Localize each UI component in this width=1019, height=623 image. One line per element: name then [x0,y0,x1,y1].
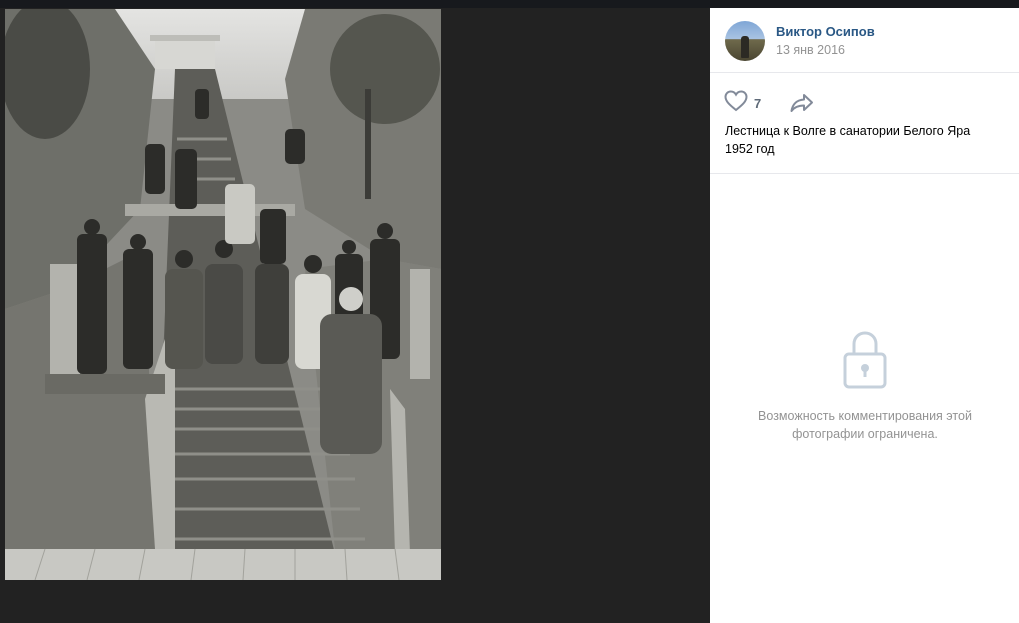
photo-viewer [0,8,710,623]
avatar-figure [741,36,749,58]
heart-outline-icon [724,89,748,117]
author-name-link[interactable]: Виктор Осипов [776,24,875,39]
share-arrow-icon [789,94,815,118]
top-bar [0,0,1019,8]
info-panel: Виктор Осипов 13 янв 2016 7 Лестница к В… [710,8,1019,623]
author-header: Виктор Осипов 13 янв 2016 [710,8,1019,73]
closed-message-line: фотографии ограничена. [792,427,938,441]
divider [710,173,1019,174]
avatar[interactable] [725,21,765,61]
like-count: 7 [754,95,762,111]
photo-caption: Лестница к Волге в санатории Белого Яра … [725,122,1005,158]
caption-line: Лестница к Волге в санатории Белого Яра [725,124,971,138]
actions-bar: 7 [710,72,1019,116]
share-button[interactable] [789,92,815,114]
photo-image[interactable] [5,9,441,580]
photo-staircase-group [5,9,441,580]
closed-message-line: Возможность комментирования этой [758,409,972,423]
comments-closed-message: Возможность комментирования этой фотогра… [730,407,1000,443]
caption-line: 1952 год [725,142,775,156]
like-button[interactable]: 7 [724,89,762,117]
lock-icon [842,330,888,390]
post-date[interactable]: 13 янв 2016 [776,43,845,57]
